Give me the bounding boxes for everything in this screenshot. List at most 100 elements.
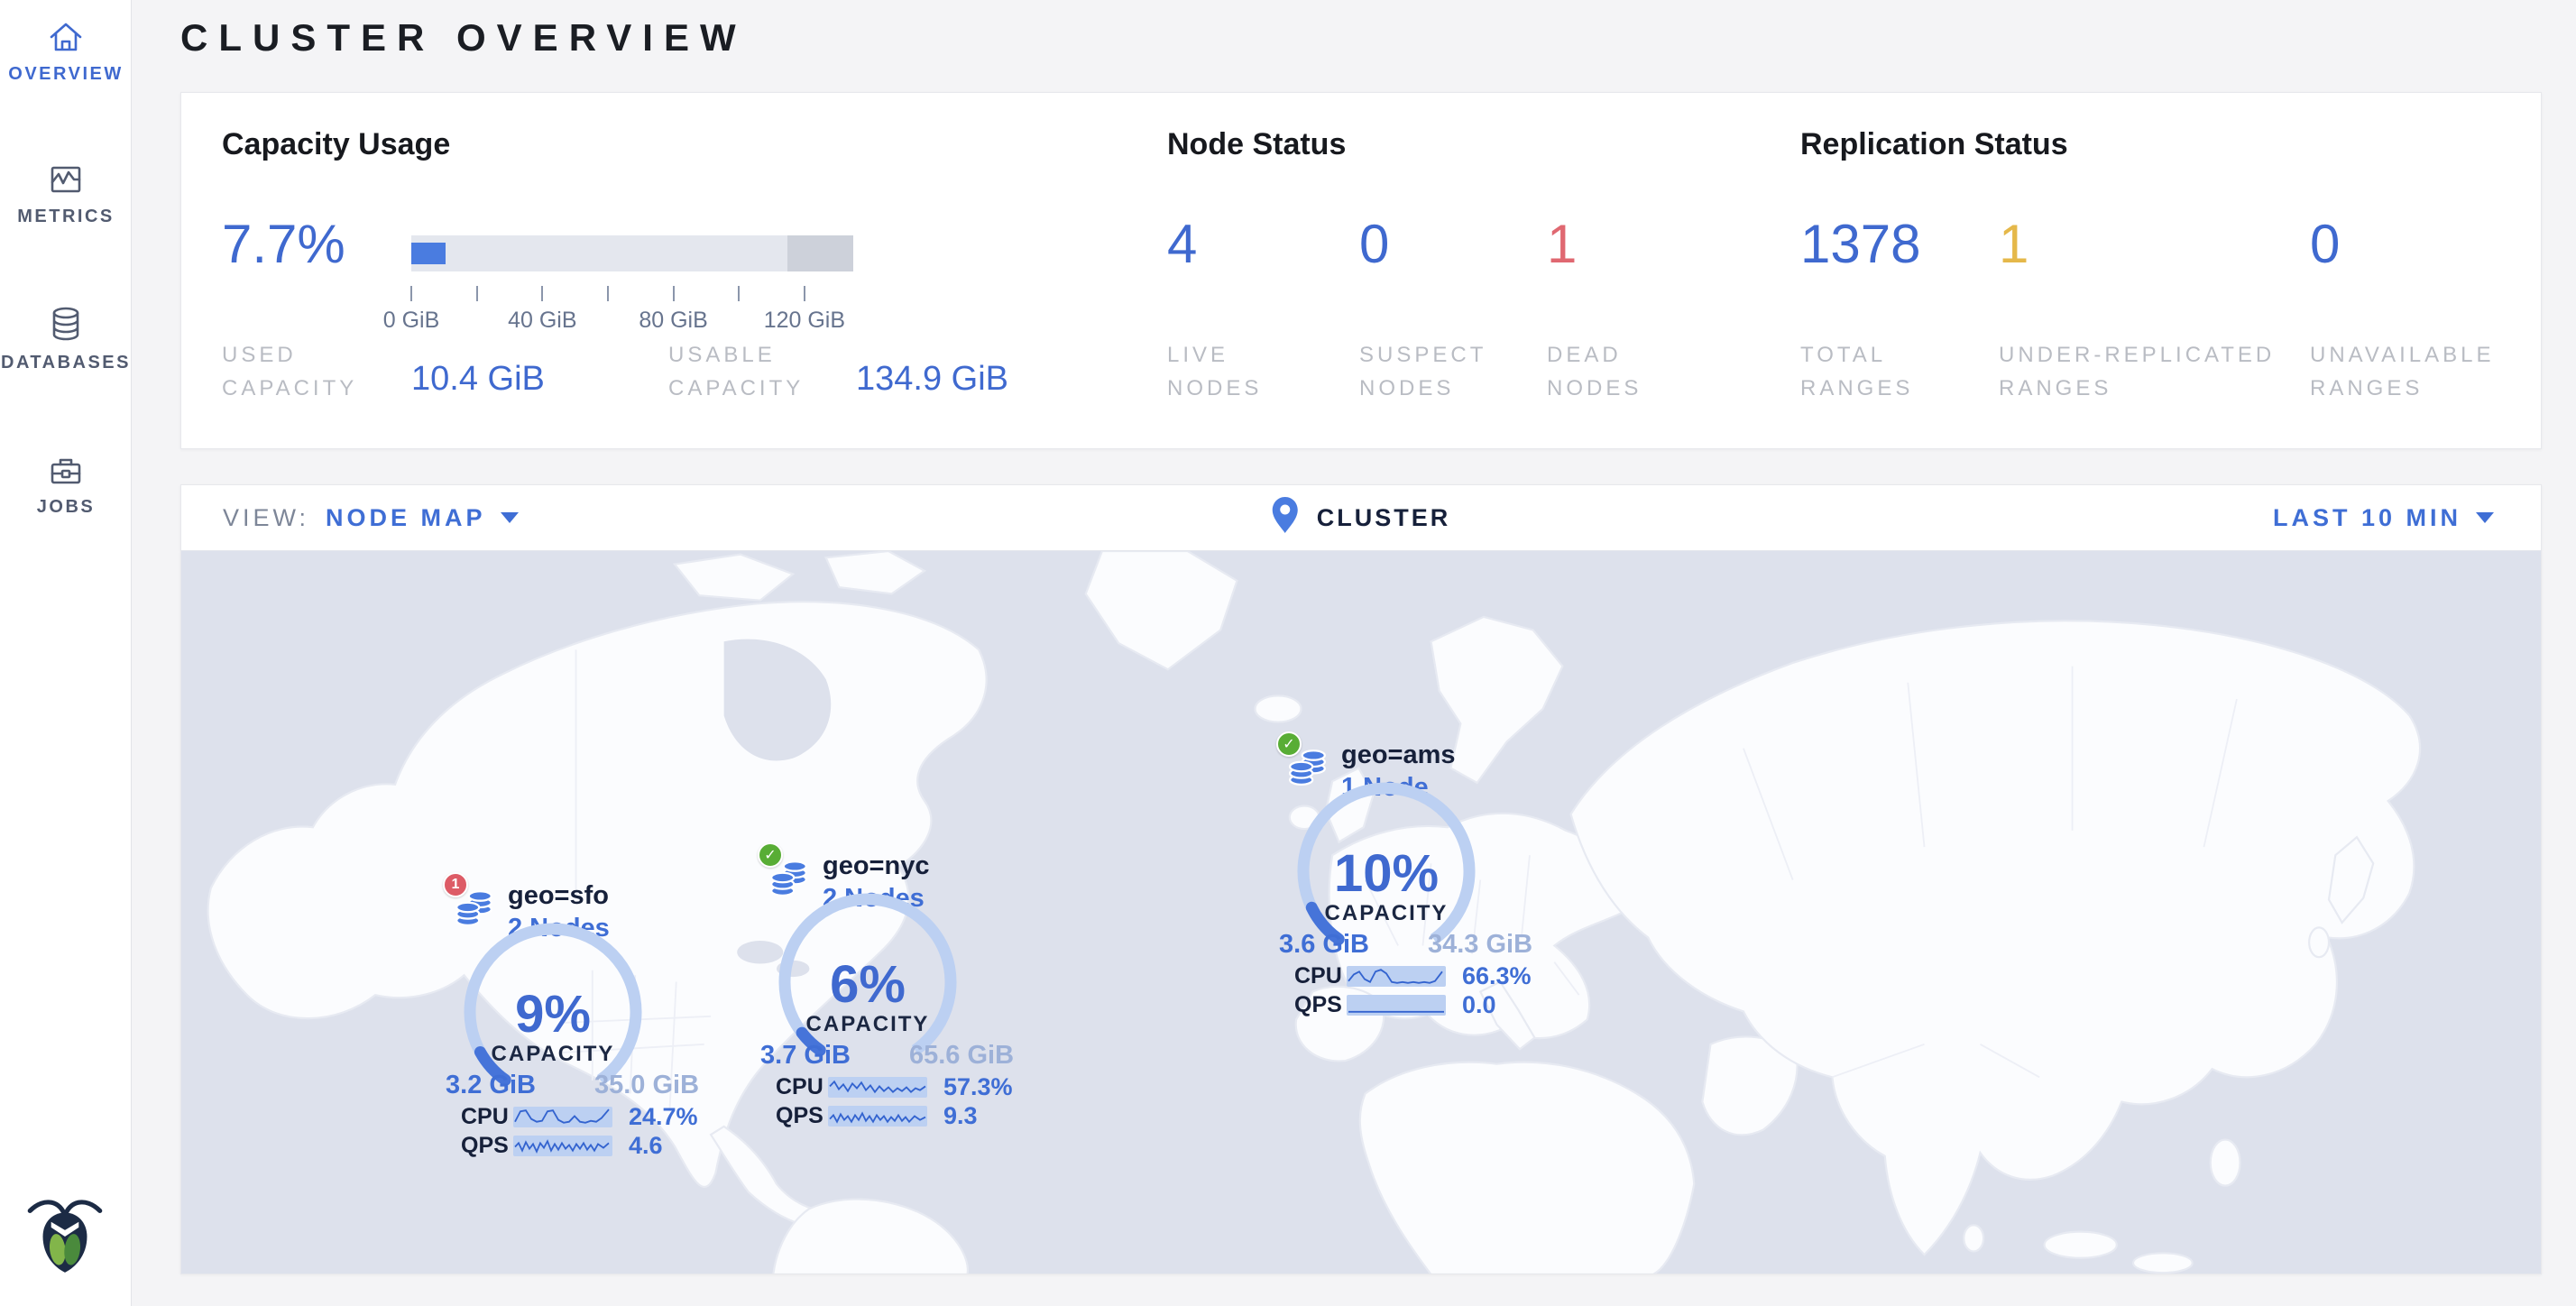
gauge-used-value: 3.6 GiB <box>1249 930 1399 960</box>
total-ranges-label: TOTALRANGES <box>1800 338 1913 405</box>
gauge-capacity-label: CAPACITY <box>1287 901 1486 926</box>
capacity-axis-tick <box>541 286 543 301</box>
capacity-axis-tick <box>607 286 609 301</box>
unavailable-ranges-label: UNAVAILABLERANGES <box>2310 338 2495 405</box>
locality-node-count: 2 Nodes <box>508 914 610 943</box>
gauge-usable-value: 65.6 GiB <box>887 1041 1036 1071</box>
home-icon <box>0 18 132 56</box>
dead-nodes-value: 1 <box>1547 216 1577 273</box>
dead-nodes-label: DEADNODES <box>1547 338 1642 405</box>
view-label: VIEW: <box>223 504 309 532</box>
cockroachdb-logo[interactable] <box>20 1189 110 1281</box>
capacity-bar-fill <box>411 243 446 264</box>
cpu-value: 57.3% <box>943 1073 1013 1101</box>
view-selector-dropdown[interactable]: NODE MAP <box>326 504 519 532</box>
time-range-dropdown[interactable]: LAST 10 MIN <box>2273 485 2494 550</box>
chevron-down-icon <box>501 512 519 523</box>
under-replicated-ranges-value: 1 <box>1999 216 2029 273</box>
sidebar-item-label: OVERVIEW <box>0 64 132 85</box>
capacity-axis-tick <box>738 286 740 301</box>
locality-name: geo=sfo <box>508 881 609 911</box>
locality-name: geo=ams <box>1341 740 1456 770</box>
cpu-sparkline <box>828 1077 927 1098</box>
locality-node-count: 1 Node <box>1341 773 1429 803</box>
metrics-graph-icon <box>0 161 132 198</box>
capacity-axis-tick <box>410 286 412 301</box>
gauge-percent: 9% <box>454 984 652 1044</box>
cpu-sparkline <box>513 1107 612 1127</box>
usable-capacity-label: USABLECAPACITY <box>668 338 804 405</box>
node-map: 1 geo=sfo 2 Nodes 9% CAPACITY 3.2 GiB 35… <box>180 551 2542 1274</box>
sidebar-item-label: METRICS <box>0 207 132 227</box>
sidebar: OVERVIEW METRICS DATABASES JOBS <box>0 0 132 1306</box>
cpu-label: CPU <box>776 1074 828 1100</box>
usable-capacity-value: 134.9 GiB <box>856 360 1008 399</box>
capacity-bar <box>411 235 853 271</box>
qps-sparkline <box>513 1136 612 1156</box>
healthy-check-badge: ✓ <box>1276 731 1302 757</box>
used-capacity-label: USEDCAPACITY <box>222 338 357 405</box>
locality-marker-ams[interactable]: ✓ geo=ams 1 Node 10% CAPACITY 3.6 GiB 34… <box>1276 728 1691 1035</box>
sidebar-item-databases[interactable]: DATABASES <box>0 305 132 373</box>
total-ranges-value: 1378 <box>1800 216 1920 273</box>
replication-status-title: Replication Status <box>1800 127 2068 162</box>
used-capacity-value: 10.4 GiB <box>411 360 545 399</box>
qps-sparkline <box>828 1106 927 1127</box>
qps-sparkline <box>1347 995 1446 1016</box>
briefcase-icon <box>0 451 132 489</box>
qps-value: 4.6 <box>629 1132 663 1160</box>
qps-label: QPS <box>776 1103 828 1129</box>
suspect-nodes-value: 0 <box>1359 216 1389 273</box>
node-status-title: Node Status <box>1167 127 1346 162</box>
cpu-value: 24.7% <box>629 1103 698 1131</box>
qps-label: QPS <box>1294 992 1347 1018</box>
summary-panel: Capacity Usage 7.7% 0 GiB 40 GiB 80 GiB 120… <box>180 92 2542 449</box>
capacity-axis-tick <box>673 286 675 301</box>
sidebar-item-label: JOBS <box>0 497 132 518</box>
unavailable-ranges-value: 0 <box>2310 216 2340 273</box>
locality-marker-nyc[interactable]: ✓ geo=nyc 2 Nodes 6% CAPACITY 3.7 GiB 65… <box>758 839 1173 1145</box>
capacity-axis-tick <box>476 286 478 301</box>
suspect-nodes-label: SUSPECTNODES <box>1359 338 1486 405</box>
capacity-axis-tick-label: 0 GiB <box>357 308 465 334</box>
live-nodes-value: 4 <box>1167 216 1197 273</box>
gauge-usable-value: 35.0 GiB <box>572 1071 722 1100</box>
under-replicated-ranges-label: UNDER-REPLICATEDRANGES <box>1999 338 2275 405</box>
sidebar-item-overview[interactable]: OVERVIEW <box>0 18 132 85</box>
cpu-label: CPU <box>1294 963 1347 989</box>
capacity-axis: 0 GiB40 GiB80 GiB120 GiB <box>411 277 853 340</box>
gauge-percent: 10% <box>1287 843 1486 904</box>
sidebar-item-metrics[interactable]: METRICS <box>0 161 132 227</box>
breadcrumb-cluster-label: CLUSTER <box>1317 504 1451 532</box>
capacity-percent: 7.7% <box>222 216 345 273</box>
dead-node-badge: 1 <box>443 872 468 897</box>
gauge-used-value: 3.2 GiB <box>416 1071 566 1100</box>
sidebar-item-jobs[interactable]: JOBS <box>0 451 132 518</box>
qps-label: QPS <box>461 1133 513 1159</box>
qps-value: 0.0 <box>1462 991 1496 1019</box>
qps-value: 9.3 <box>943 1102 978 1130</box>
location-pin-icon <box>1272 496 1299 540</box>
sidebar-item-label: DATABASES <box>0 353 132 373</box>
capacity-axis-tick <box>804 286 805 301</box>
capacity-axis-tick-label: 120 GiB <box>750 308 859 334</box>
gauge-usable-value: 34.3 GiB <box>1405 930 1555 960</box>
live-nodes-label: LIVENODES <box>1167 338 1262 405</box>
gauge-capacity-label: CAPACITY <box>454 1042 652 1067</box>
locality-name: geo=nyc <box>823 851 929 881</box>
capacity-bar-reserved-segment <box>787 235 854 271</box>
capacity-axis-tick-label: 80 GiB <box>620 308 728 334</box>
capacity-axis-tick-label: 40 GiB <box>488 308 596 334</box>
locality-node-count: 2 Nodes <box>823 884 925 914</box>
database-icon <box>0 305 132 345</box>
locality-breadcrumb[interactable]: CLUSTER <box>1272 485 1451 550</box>
view-bar: VIEW: NODE MAP CLUSTER LAST 10 MIN <box>180 484 2542 551</box>
capacity-usage-title: Capacity Usage <box>222 127 450 162</box>
healthy-check-badge: ✓ <box>758 842 783 868</box>
chevron-down-icon <box>2476 512 2494 523</box>
gauge-percent: 6% <box>768 954 967 1015</box>
cpu-value: 66.3% <box>1462 962 1532 990</box>
cpu-sparkline <box>1347 966 1446 987</box>
gauge-capacity-label: CAPACITY <box>768 1012 967 1037</box>
cpu-label: CPU <box>461 1104 513 1130</box>
